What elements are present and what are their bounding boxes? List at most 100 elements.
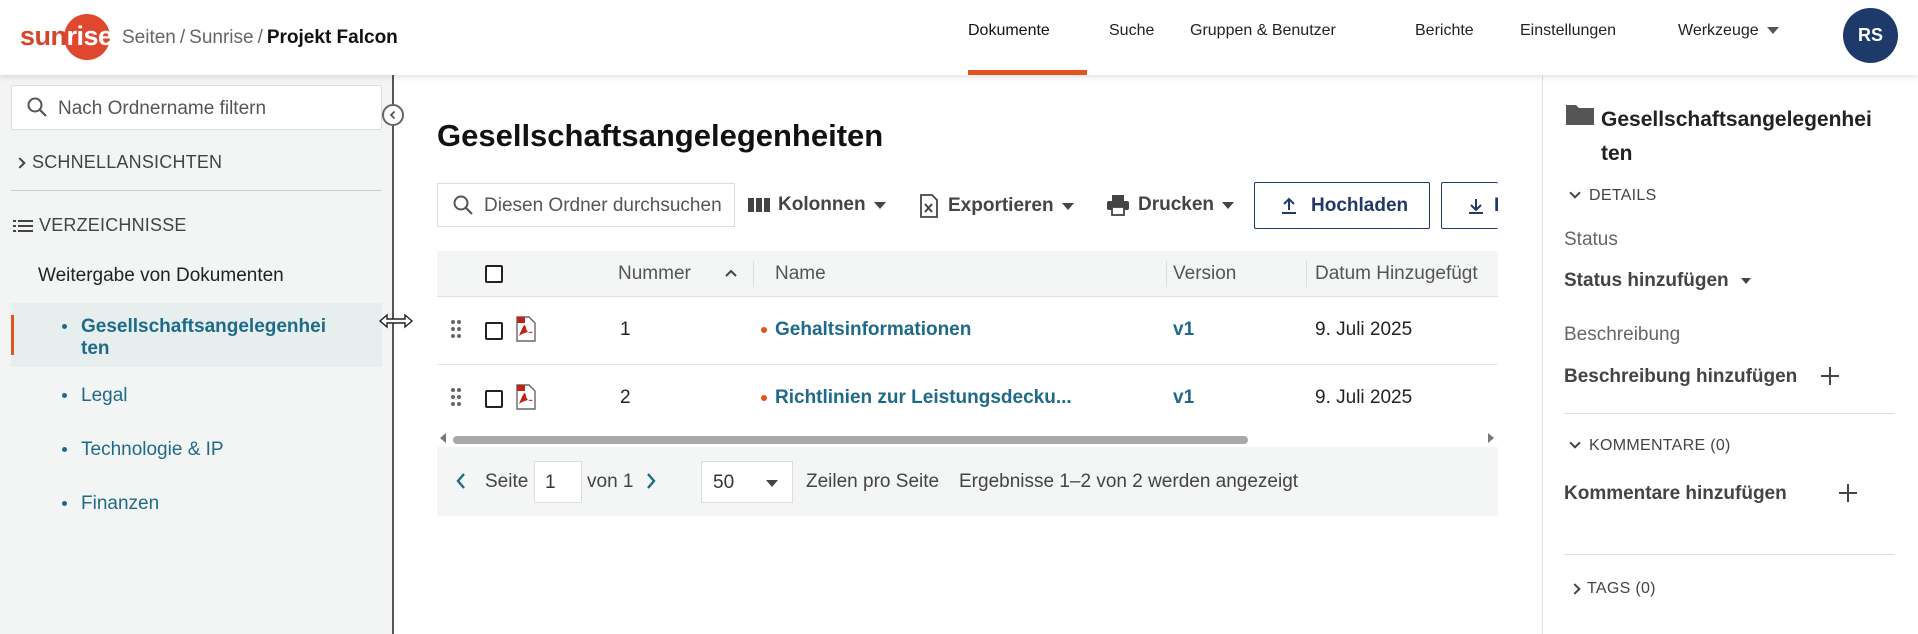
- chevron-down-icon: [873, 201, 886, 209]
- row-checkbox[interactable]: [485, 390, 503, 408]
- download-label: D: [1494, 195, 1498, 217]
- version-link[interactable]: v1: [1173, 319, 1194, 341]
- avatar[interactable]: RS: [1843, 8, 1898, 63]
- row-checkbox[interactable]: [485, 322, 503, 340]
- sort-asc-icon[interactable]: [724, 268, 738, 278]
- details-panel: Gesellschaftsangelegenhei ten DETAILS St…: [1542, 75, 1918, 634]
- bullet-icon: [62, 393, 67, 399]
- document-link-gehaltsinformationen[interactable]: Gehaltsinformationen: [761, 319, 972, 341]
- breadcrumb-sunrise[interactable]: Sunrise: [189, 27, 253, 48]
- folder-search-input[interactable]: Diesen Ordner durchsuchen: [437, 183, 735, 227]
- chevron-down-icon: [1222, 201, 1235, 209]
- breadcrumb-seiten[interactable]: Seiten: [122, 27, 176, 48]
- add-status-label: Status hinzufügen: [1564, 270, 1729, 291]
- folder-filter-input[interactable]: Nach Ordnername filtern: [11, 85, 382, 130]
- add-status-dropdown[interactable]: Status hinzufügen: [1564, 270, 1751, 292]
- folder-item-finanzen[interactable]: Finanzen: [62, 493, 159, 515]
- scrollbar-thumb[interactable]: [453, 436, 1248, 444]
- bullet-icon: [62, 501, 67, 507]
- add-description-label: Beschreibung hinzufügen: [1564, 366, 1798, 387]
- rows-per-page-select[interactable]: 50: [701, 461, 793, 503]
- upload-button[interactable]: Hochladen: [1254, 182, 1430, 229]
- breadcrumb: Seiten / Sunrise / Projekt Falcon: [122, 27, 398, 48]
- folder-item-label-line2: ten: [81, 338, 110, 359]
- bullet-icon: [62, 447, 67, 453]
- upload-label: Hochladen: [1311, 194, 1409, 216]
- drag-handle-icon[interactable]: [450, 387, 462, 407]
- download-icon: [1469, 198, 1483, 214]
- select-all-checkbox[interactable]: [485, 265, 503, 283]
- scroll-left-icon[interactable]: [439, 433, 447, 443]
- results-summary: Ergebnisse 1–2 von 2 werden angezeigt: [959, 471, 1299, 492]
- download-button[interactable]: D: [1441, 182, 1498, 229]
- plus-icon[interactable]: [1839, 484, 1857, 502]
- chevron-right-icon: [1569, 583, 1581, 595]
- sunrise-logo[interactable]: sun rise: [20, 14, 113, 60]
- chevron-down-icon: [1740, 277, 1751, 284]
- document-name: Richtlinien zur Leistungsdecku...: [775, 387, 1072, 408]
- table-row[interactable]: 1 Gehaltsinformationen v1 9. Juli 2025: [437, 297, 1498, 365]
- upload-icon: [1282, 197, 1296, 214]
- nav-dokumente[interactable]: Dokumente: [968, 22, 1050, 40]
- print-label: Drucken: [1138, 194, 1215, 215]
- table-row[interactable]: 2 Richtlinien zur Leistungsdecku... v1 9…: [437, 365, 1498, 433]
- header-date-added[interactable]: Datum Hinzugefügt: [1315, 263, 1478, 285]
- sidebar-resize-handle[interactable]: [392, 75, 394, 634]
- columns-button[interactable]: Kolonnen: [748, 194, 886, 216]
- folder-item-label: Technologie & IP: [81, 439, 224, 460]
- panel-folder-title: Gesellschaftsangelegenhei ten: [1601, 103, 1872, 171]
- folder-weitergabe[interactable]: Weitergabe von Dokumenten: [38, 265, 284, 287]
- export-label: Exportieren: [948, 195, 1054, 216]
- folder-search-placeholder: Diesen Ordner durchsuchen: [484, 195, 722, 216]
- folder-item-legal[interactable]: Legal: [62, 385, 128, 407]
- chevron-left-icon: [389, 110, 396, 120]
- nav-gruppen-benutzer[interactable]: Gruppen & Benutzer: [1190, 22, 1336, 40]
- search-icon: [27, 97, 47, 117]
- cell-number: 1: [620, 319, 631, 340]
- next-page-icon[interactable]: [645, 472, 657, 490]
- header-version[interactable]: Version: [1173, 263, 1236, 285]
- details-toggle[interactable]: DETAILS: [1569, 187, 1657, 205]
- nav-einstellungen[interactable]: Einstellungen: [1520, 22, 1616, 40]
- chevron-down-icon: [1061, 202, 1074, 210]
- nav-werkzeuge[interactable]: Werkzeuge: [1678, 22, 1779, 40]
- panel-title-line2: ten: [1601, 142, 1633, 165]
- tags-toggle[interactable]: TAGS (0): [1569, 580, 1656, 598]
- rows-per-page-value: 50: [713, 472, 735, 493]
- prev-page-icon[interactable]: [455, 472, 467, 490]
- folder-item-gesellschaftsangelegenheiten[interactable]: Gesellschaftsangelegenhei ten: [62, 316, 326, 360]
- columns-icon: [748, 198, 770, 212]
- cell-date-added: 9. Juli 2025: [1315, 319, 1413, 340]
- document-link-richtlinien[interactable]: Richtlinien zur Leistungsdecku...: [761, 387, 1072, 409]
- scroll-right-icon[interactable]: [1487, 433, 1495, 443]
- page-number-input[interactable]: 1: [534, 461, 582, 503]
- plus-icon[interactable]: [1821, 367, 1839, 385]
- print-button[interactable]: Drucken: [1106, 194, 1235, 216]
- chevron-down-icon: [1569, 187, 1581, 199]
- logo-text-sun: sun: [20, 20, 67, 51]
- columns-label: Kolonnen: [778, 194, 866, 215]
- active-tab-indicator: [968, 70, 1087, 75]
- nav-berichte[interactable]: Berichte: [1415, 22, 1474, 40]
- chevron-down-icon: [1569, 437, 1581, 449]
- add-description-button[interactable]: Beschreibung hinzufügen: [1564, 366, 1797, 388]
- comments-toggle[interactable]: KOMMENTARE (0): [1569, 437, 1731, 455]
- collapse-sidebar-button[interactable]: [382, 104, 404, 126]
- status-dot-icon: [761, 326, 767, 333]
- quick-views-toggle[interactable]: SCHNELLANSICHTEN: [14, 152, 222, 173]
- folder-item-label: Finanzen: [81, 493, 160, 514]
- directories-toggle[interactable]: VERZEICHNISSE: [13, 215, 187, 236]
- header-name[interactable]: Name: [775, 263, 826, 285]
- nav-suche[interactable]: Suche: [1109, 22, 1154, 40]
- page-label: Seite: [485, 471, 529, 492]
- add-comment-button[interactable]: Kommentare hinzufügen: [1564, 483, 1787, 505]
- document-name: Gehaltsinformationen: [775, 319, 972, 340]
- drag-handle-icon[interactable]: [450, 319, 462, 339]
- printer-icon: [1107, 195, 1129, 216]
- top-bar: sun rise Seiten / Sunrise / Projekt Falcon Do…: [0, 0, 1918, 75]
- version-link[interactable]: v1: [1173, 387, 1194, 409]
- table-header: Nummer Name Version Datum Hinzugefügt: [437, 251, 1498, 297]
- folder-item-technologie-ip[interactable]: Technologie & IP: [62, 439, 224, 461]
- export-button[interactable]: Exportieren: [918, 194, 1074, 218]
- header-number[interactable]: Nummer: [618, 263, 691, 285]
